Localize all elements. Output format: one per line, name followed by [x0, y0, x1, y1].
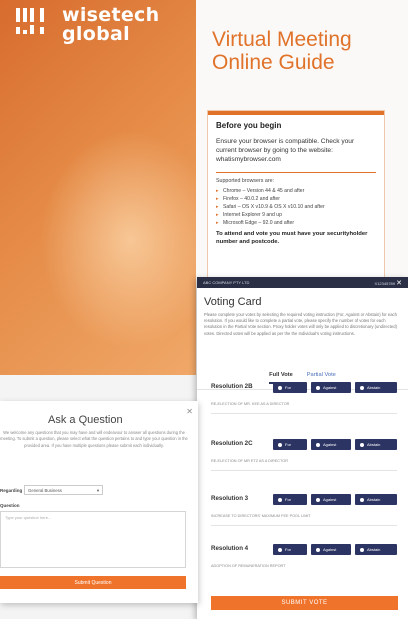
radio-icon	[278, 442, 282, 447]
voting-card-topbar: ABC COMPANY PTY LTD X12345789 ✕	[197, 277, 408, 288]
against-button[interactable]: Against	[311, 544, 351, 555]
radio-icon	[278, 547, 282, 552]
logo-line2: global	[62, 23, 130, 45]
for-button[interactable]: For	[273, 494, 307, 505]
abstain-button[interactable]: Abstain	[355, 544, 397, 555]
ask-question-title: Ask a Question	[48, 414, 123, 426]
resolution-description: INCREASE TO DIRECTORS' MAXIMUM FEE POOL …	[211, 514, 311, 518]
resolution-description: ADOPTION OF REMUNERATION REPORT	[211, 564, 286, 568]
attendance-note: To attend and vote you must have your se…	[216, 231, 368, 245]
wisetech-logo: wisetech global	[14, 6, 159, 44]
radio-icon	[278, 497, 282, 502]
radio-icon	[360, 385, 364, 390]
list-item: Safari – OS X v10.9 & OS X v10.10 and af…	[216, 203, 376, 211]
hero-glow	[40, 130, 196, 350]
browser-list: Chrome – Version 44 & 45 and after Firef…	[216, 187, 376, 227]
voting-instructions: Please complete your votes by selecting …	[204, 312, 397, 336]
regarding-select[interactable]: General Business ▾	[24, 485, 103, 495]
radio-icon	[278, 385, 282, 390]
hero-background: wisetech global	[0, 0, 196, 375]
for-button[interactable]: For	[273, 439, 307, 450]
list-item: Microsoft Edge – 92.0 and after	[216, 219, 376, 227]
company-name: ABC COMPANY PTY LTD	[203, 280, 250, 285]
abstain-button[interactable]: Abstain	[355, 439, 397, 450]
resolution-name: Resolution 4	[211, 545, 249, 552]
resolution-description: RE-ELECTION OF MR. KEE AS A DIRECTOR	[211, 402, 290, 406]
resolution-name: Resolution 3	[211, 495, 249, 502]
for-button[interactable]: For	[273, 544, 307, 555]
list-item: Chrome – Version 44 & 45 and after	[216, 187, 376, 195]
logo-mark-icon	[14, 6, 54, 44]
regarding-value: General Business	[28, 488, 62, 493]
question-textarea[interactable]: Type your question here...	[0, 511, 186, 568]
submit-question-button[interactable]: Submit Question	[0, 576, 186, 589]
voting-card-title: Voting Card	[204, 296, 262, 308]
abstain-button[interactable]: Abstain	[355, 494, 397, 505]
ask-question-dialog: ✕ Ask a Question We welcome any question…	[0, 401, 198, 603]
resolution-row: Resolution 3 For Against Abstain INCREAS…	[211, 494, 397, 530]
browser-check-text: Ensure your browser is compatible. Check…	[216, 138, 355, 163]
before-you-begin-heading: Before you begin	[216, 121, 282, 130]
resolution-row: Resolution 2B For Against Abstain RE-ELE…	[211, 382, 397, 418]
list-item: Internet Explorer 9 and up	[216, 211, 376, 219]
guide-panel: Virtual Meeting Online Guide Before you …	[196, 0, 408, 290]
for-button[interactable]: For	[273, 382, 307, 393]
radio-icon	[360, 547, 364, 552]
radio-icon	[360, 497, 364, 502]
list-item: Firefox – 40.0.2 and after	[216, 195, 376, 203]
resolution-row: Resolution 4 For Against Abstain ADOPTIO…	[211, 544, 397, 580]
ask-question-description: We welcome any questions that you may ha…	[0, 430, 188, 448]
radio-icon	[316, 442, 320, 447]
against-button[interactable]: Against	[311, 382, 351, 393]
guide-title-line2: Online Guide	[212, 51, 335, 74]
against-button[interactable]: Against	[311, 439, 351, 450]
abstain-button[interactable]: Abstain	[355, 382, 397, 393]
resolution-name: Resolution 2C	[211, 440, 253, 447]
regarding-label: Regarding	[0, 488, 23, 493]
holder-number: X12345789	[374, 280, 395, 286]
resolution-name: Resolution 2B	[211, 383, 253, 390]
against-button[interactable]: Against	[311, 494, 351, 505]
question-label: Question	[0, 503, 20, 508]
resolution-row: Resolution 2C For Against Abstain RE-ELE…	[211, 439, 397, 475]
before-you-begin-box: Before you begin Ensure your browser is …	[207, 110, 385, 280]
resolution-description: RE-ELECTION OF MR ETZ AS A DIRECTOR	[211, 459, 288, 463]
voting-card: ABC COMPANY PTY LTD X12345789 ✕ Voting C…	[197, 277, 408, 619]
guide-title-line1: Virtual Meeting	[212, 28, 352, 51]
chevron-down-icon: ▾	[96, 488, 99, 493]
submit-vote-button[interactable]: SUBMIT VOTE	[211, 596, 398, 610]
close-icon[interactable]: ✕	[396, 280, 402, 287]
radio-icon	[316, 385, 320, 390]
supported-browsers-label: Supported browsers are:	[216, 178, 275, 184]
radio-icon	[316, 547, 320, 552]
close-icon[interactable]: ✕	[186, 407, 193, 416]
radio-icon	[316, 497, 320, 502]
guide-title: Virtual Meeting Online Guide	[212, 28, 352, 74]
radio-icon	[360, 442, 364, 447]
